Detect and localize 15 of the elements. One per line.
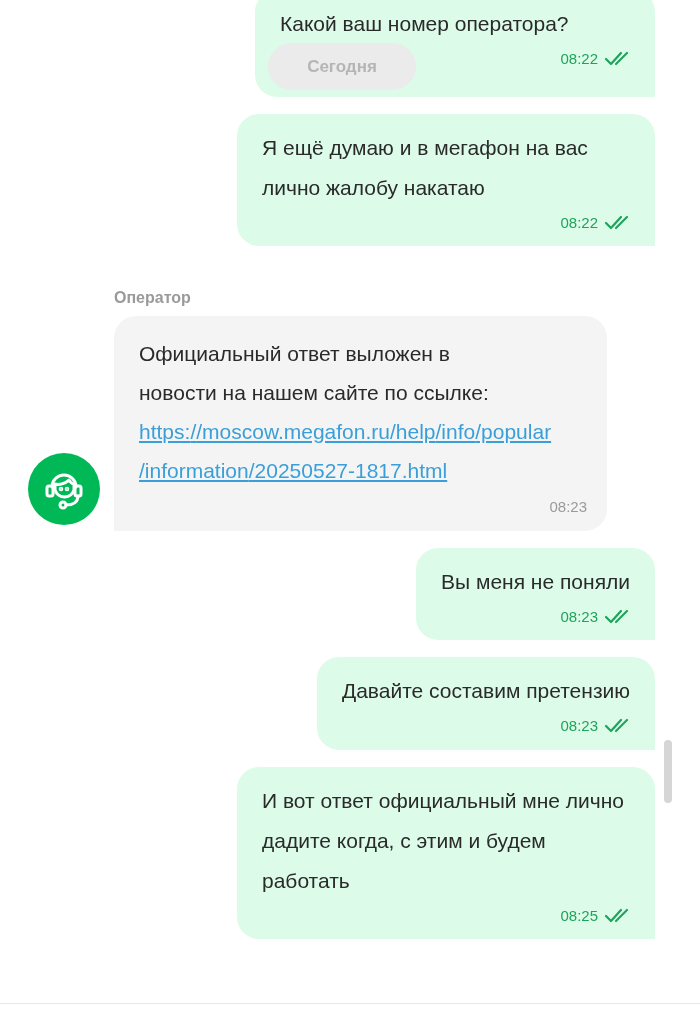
message-time: 08:23 [560, 606, 598, 627]
sender-name: Оператор [114, 288, 192, 308]
message-time: 08:25 [560, 905, 598, 926]
message-text: Какой ваш номер оператора? [280, 11, 570, 37]
message-text: Давайте составим претензию [341, 678, 630, 704]
message-time: 08:22 [560, 212, 598, 233]
message-text: Я ещё думаю и в мегафон на вас лично жалобу накатаю [262, 134, 589, 201]
message-time: 08:23 [549, 497, 587, 517]
message-text: Вы меня не поняли [441, 568, 630, 595]
message-time: 08:22 [560, 49, 598, 69]
message-link[interactable]: https://moscow.megafon.ru/help/info/popular/information/20250527-1817.html [139, 412, 587, 490]
message-text: И вот ответ официальный мне лично дадите когда, с этим и будем работать [262, 787, 626, 894]
scrollbar [664, 740, 672, 803]
message-text: Официальный ответ выложен в новости на нашем сайте по ссылке: [139, 341, 490, 406]
message-time: 08:23 [560, 716, 598, 736]
